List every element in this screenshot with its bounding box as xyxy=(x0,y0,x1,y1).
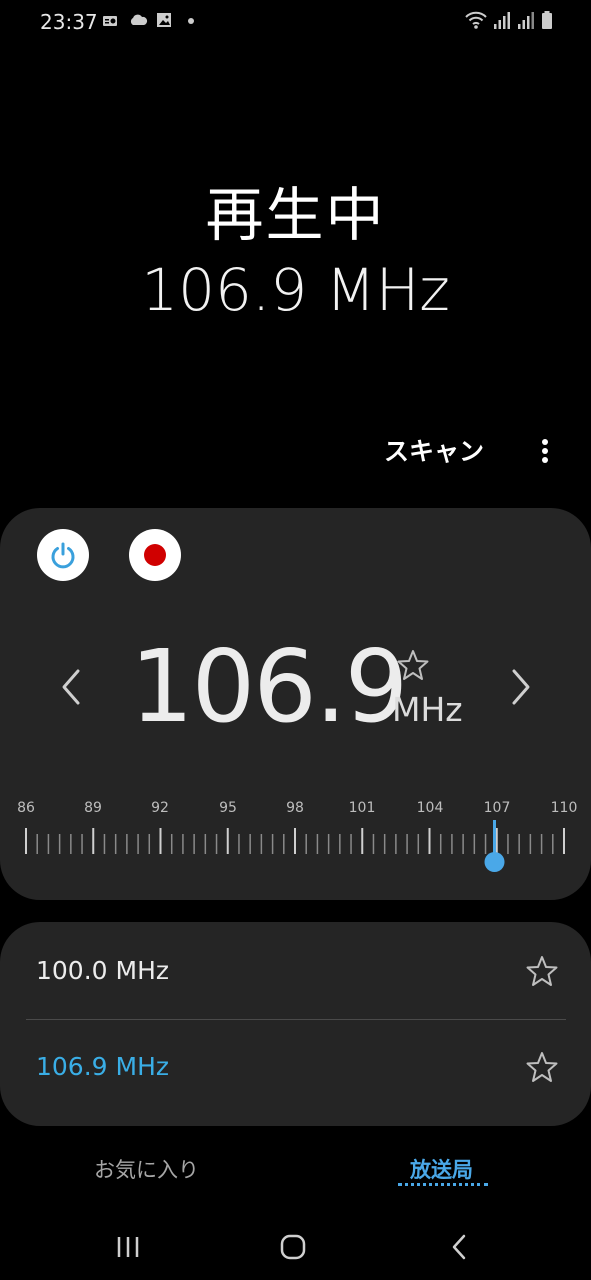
list-item[interactable]: 106.9 MHz xyxy=(0,1036,591,1100)
previous-frequency-button[interactable] xyxy=(52,662,92,712)
tab-favorites[interactable]: お気に入り xyxy=(94,1154,199,1184)
more-vertical-icon[interactable] xyxy=(530,436,560,466)
station-label-active: 106.9 MHz xyxy=(36,1052,170,1081)
slider-handle[interactable] xyxy=(484,852,505,872)
scale-label: 95 xyxy=(219,800,237,816)
record-button[interactable] xyxy=(129,529,181,581)
tab-indicator xyxy=(398,1183,488,1186)
tuner-unit: MHz xyxy=(392,690,463,729)
frequency-slider[interactable] xyxy=(0,820,591,880)
next-frequency-button[interactable] xyxy=(500,662,540,712)
recent-apps-button[interactable] xyxy=(108,1230,148,1264)
scale-label: 104 xyxy=(416,800,444,816)
status-icons xyxy=(465,10,553,30)
scale-label: 101 xyxy=(348,800,376,816)
scan-button[interactable]: スキャン xyxy=(384,432,484,468)
scale-label: 98 xyxy=(286,800,304,816)
divider xyxy=(26,1019,566,1020)
tab-stations[interactable]: 放送局 xyxy=(410,1154,473,1184)
gallery-icon xyxy=(157,13,171,27)
scale-label: 92 xyxy=(151,800,169,816)
now-playing-frequency: 106.9 MHz xyxy=(141,256,450,324)
star-outline-icon[interactable] xyxy=(525,1050,559,1084)
signal-icon xyxy=(494,12,510,29)
back-button[interactable] xyxy=(440,1230,480,1264)
star-outline-icon[interactable] xyxy=(525,954,559,988)
power-icon xyxy=(51,542,75,569)
wifi-icon xyxy=(465,11,487,29)
battery-icon xyxy=(542,11,552,29)
scale-label: 110 xyxy=(550,800,578,816)
power-button[interactable] xyxy=(37,529,89,581)
playback-status: 再生中 xyxy=(205,181,386,249)
station-label: 100.0 MHz xyxy=(36,956,170,985)
cloud-icon xyxy=(130,14,148,25)
scale-label: 89 xyxy=(84,800,102,816)
home-button[interactable] xyxy=(273,1230,313,1264)
scale-label: 86 xyxy=(17,800,35,816)
scale-label: 107 xyxy=(483,800,511,816)
radio-icon xyxy=(103,16,117,26)
status-time: 23:37 xyxy=(40,10,98,34)
notification-dot-icon xyxy=(188,18,194,24)
favorite-star-icon[interactable] xyxy=(396,648,430,682)
signal-icon xyxy=(518,12,534,29)
tuner-frequency: 106.9 xyxy=(130,628,408,745)
list-item[interactable]: 100.0 MHz xyxy=(0,940,591,1004)
record-icon xyxy=(144,544,166,566)
